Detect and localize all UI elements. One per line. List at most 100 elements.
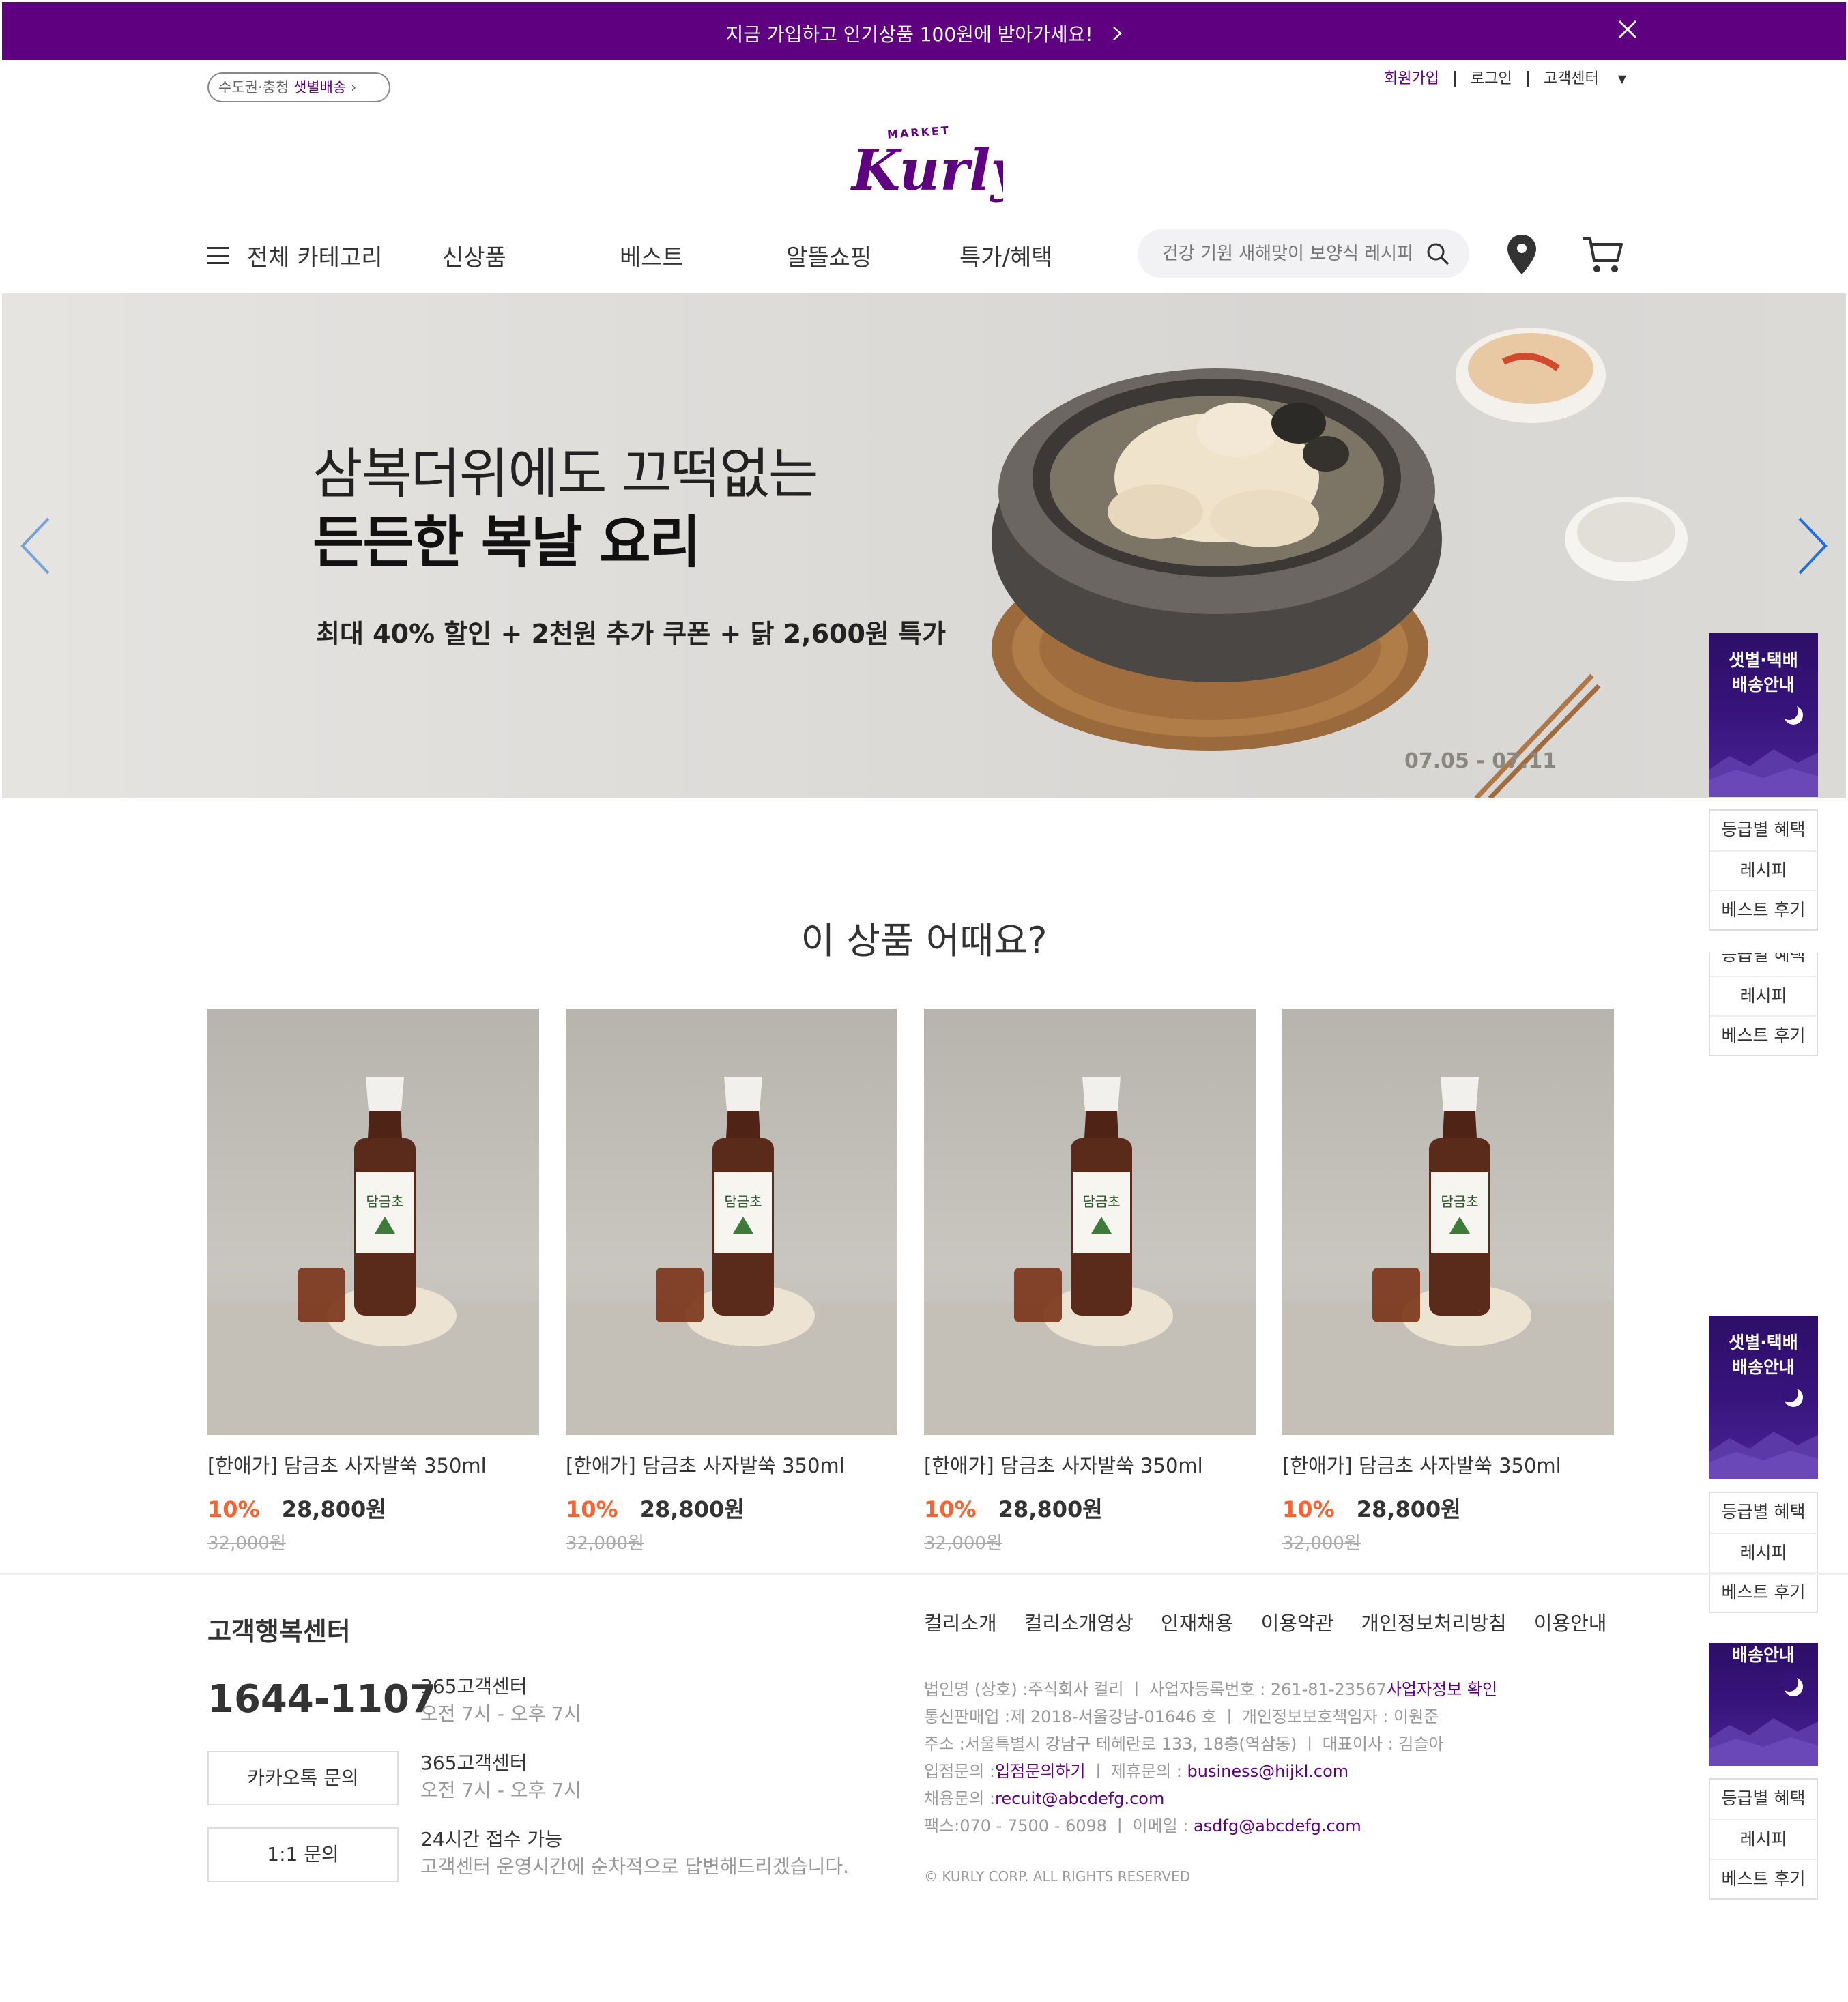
side-link-grade-benefits[interactable]: 등급별 혜택 (1710, 953, 1817, 976)
company-line-3: 주소 :서울특별시 강남구 테헤란로 133, 18층(역삼동) ㅣ 대표이사 … (924, 1735, 1444, 1754)
company-info: 법인명 (상호) :주식회사 컬리 ㅣ 사업자등록번호 : 261-81-235… (924, 1676, 1497, 1840)
product-card[interactable]: 담금초 [한애가] 담금초 사자발쑥 350ml 10% 28,800원 32,… (1282, 1009, 1614, 1554)
hero-banner[interactable]: 삼복더위에도 끄떡없는 든든한 복날 요리 최대 40% 할인 + 2천원 추가… (2, 293, 1846, 798)
login-link[interactable]: 로그인 (1454, 71, 1527, 87)
footer-link-privacy[interactable]: 개인정보처리방침 (1361, 1608, 1506, 1636)
company-line-4-label: 입점문의 : (924, 1762, 996, 1781)
product-card[interactable]: 담금초 [한애가] 담금초 사자발쑥 350ml 10% 28,800원 32,… (207, 1009, 539, 1554)
side-link-best-reviews[interactable]: 베스트 후기 (1710, 1015, 1817, 1055)
company-line-6-label: 팩스:070 - 7500 - 6098 ㅣ 이메일 : (924, 1816, 1194, 1836)
side-link-recipe[interactable]: 레시피 (1710, 850, 1817, 890)
top-promo-banner[interactable]: 지금 가입하고 인기상품 100원에 받아가세요! (0, 0, 1848, 60)
side-links: 등급별 혜택 레시피 베스트 후기 (1709, 809, 1818, 931)
product-name[interactable]: [한애가] 담금초 사자발쑥 350ml (566, 1450, 897, 1479)
side-link-best-reviews[interactable]: 베스트 후기 (1710, 890, 1817, 929)
nav-best[interactable]: 베스트 (620, 239, 684, 272)
side-quick-menu-ghost: 등급별 혜택 레시피 베스트 후기 (1709, 953, 1818, 1067)
product-image[interactable]: 담금초 (1282, 1009, 1614, 1435)
cs-info-title: 365고객센터 (420, 1675, 528, 1698)
original-price: 32,000원 (207, 1533, 286, 1554)
footer-link-about[interactable]: 컬리소개 (924, 1608, 997, 1636)
original-price: 32,000원 (566, 1533, 644, 1554)
side-quick-menu: 배송안내 등급별 혜택 레시피 베스트 후기 (1709, 1643, 1818, 1900)
footer-navigation: 컬리소개 컬리소개영상 인재채용 이용약관 개인정보처리방침 이용안내 (924, 1608, 1634, 1636)
business-info-link[interactable]: 사업자정보 확인 (1387, 1680, 1497, 1699)
nav-new-products[interactable]: 신상품 (442, 239, 506, 272)
cs-info-hours: 고객센터 운영시간에 순차적으로 답변해드리겠습니다. (420, 1855, 850, 1878)
hero-next-arrow-icon[interactable] (1791, 512, 1832, 580)
recommend-section-title: 이 상품 어때요? (800, 919, 1048, 962)
promo-message[interactable]: 지금 가입하고 인기상품 100원에 받아가세요! (2, 20, 1846, 47)
moon-icon (1709, 1384, 1818, 1479)
moon-icon (1709, 1674, 1818, 1766)
dawn-delivery-side-banner[interactable]: 샛별·택배 배송안내 (1709, 633, 1818, 797)
location-pin-icon[interactable] (1505, 233, 1539, 276)
sale-price: 28,800원 (1356, 1496, 1461, 1522)
customer-center-phone: 1644-1107 (207, 1677, 436, 1722)
product-image[interactable]: 담금초 (207, 1009, 539, 1435)
chevron-right-icon (1112, 23, 1123, 46)
all-categories-button[interactable]: 전체 카테고리 (207, 239, 383, 272)
signup-link[interactable]: 회원가입 (1384, 71, 1454, 87)
hero-headline-2: 든든한 복날 요리 (313, 510, 701, 575)
one-on-one-inquiry-button[interactable]: 1:1 문의 (207, 1827, 399, 1882)
logo-kurly-text: Kurly (850, 138, 1003, 203)
side-link-grade-benefits[interactable]: 등급별 혜택 (1710, 1493, 1817, 1533)
side-link-recipe[interactable]: 레시피 (1710, 976, 1817, 1015)
nav-thrifty-shopping[interactable]: 알뜰쇼핑 (786, 239, 871, 272)
customer-center-title: 고객행복센터 (207, 1616, 351, 1646)
hero-food-image (992, 328, 1688, 798)
hamburger-menu-icon (207, 246, 231, 265)
contact-email-link[interactable]: asdfg@abcdefg.com (1194, 1816, 1361, 1836)
bottle-label-text: 담금초 (724, 1193, 762, 1210)
search-input[interactable] (1162, 242, 1428, 266)
side-link-best-reviews[interactable]: 베스트 후기 (1710, 1859, 1817, 1898)
product-price-box: 10% 28,800원 (1282, 1492, 1614, 1524)
side-link-best-reviews[interactable]: 베스트 후기 (1710, 1572, 1817, 1612)
product-image[interactable]: 담금초 (924, 1009, 1256, 1435)
kakaotalk-inquiry-button[interactable]: 카카오톡 문의 (207, 1751, 399, 1805)
dawn-label: 샛별배송 (293, 79, 347, 96)
cart-icon[interactable] (1582, 235, 1624, 274)
product-card[interactable]: 담금초 [한애가] 담금초 사자발쑥 350ml 10% 28,800원 32,… (924, 1009, 1256, 1554)
side-quick-menu: 샛별·택배 배송안내 등급별 혜택 레시피 베스트 후기 (1709, 1316, 1818, 1613)
side-link-recipe[interactable]: 레시피 (1710, 1819, 1817, 1859)
dawn-delivery-pill[interactable]: 수도권·충청 샛별배송 › (207, 72, 390, 102)
hero-dates: 07.05 - 07.11 (1404, 749, 1557, 773)
footer-link-guide[interactable]: 이용안내 (1534, 1608, 1607, 1636)
product-name[interactable]: [한애가] 담금초 사자발쑥 350ml (1282, 1450, 1614, 1479)
customer-center-link[interactable]: 고객센터 (1527, 71, 1614, 87)
bottle-label-text: 담금초 (1082, 1193, 1120, 1210)
footer-link-careers[interactable]: 인재채용 (1161, 1608, 1234, 1636)
product-name[interactable]: [한애가] 담금초 사자발쑥 350ml (207, 1450, 539, 1479)
recruit-email-link[interactable]: recuit@abcdefg.com (995, 1789, 1164, 1808)
product-name[interactable]: [한애가] 담금초 사자발쑥 350ml (924, 1450, 1256, 1479)
footer-link-about-video[interactable]: 컬리소개영상 (1024, 1608, 1134, 1636)
business-email-link[interactable]: business@hijkl.com (1187, 1762, 1349, 1781)
hero-prev-arrow-icon[interactable] (16, 512, 57, 580)
side-link-grade-benefits[interactable]: 등급별 혜택 (1710, 811, 1817, 850)
sale-price: 28,800원 (639, 1496, 745, 1522)
promo-message-text: 지금 가입하고 인기상품 100원에 받아가세요! (725, 23, 1093, 46)
discount-rate: 10% (207, 1496, 260, 1522)
kurly-logo[interactable]: MARKET Kurly (846, 116, 1026, 212)
cs-info-title: 365고객센터 (420, 1752, 528, 1774)
footer-link-terms[interactable]: 이용약관 (1261, 1608, 1334, 1636)
bottle-label-text: 담금초 (366, 1193, 403, 1210)
side-link-grade-benefits[interactable]: 등급별 혜택 (1710, 1780, 1817, 1819)
dawn-delivery-side-banner[interactable]: 배송안내 (1709, 1643, 1818, 1766)
search-icon[interactable] (1426, 242, 1450, 266)
product-card[interactable]: 담금초 [한애가] 담금초 사자발쑥 350ml 10% 28,800원 32,… (566, 1009, 897, 1554)
close-icon[interactable] (1614, 16, 1641, 43)
sale-price: 28,800원 (281, 1496, 386, 1522)
caret-down-icon[interactable]: ▼ (1614, 71, 1626, 87)
search-box[interactable] (1138, 229, 1469, 278)
original-price: 32,000원 (924, 1533, 1002, 1554)
cs-info-hours: 오전 7시 - 오후 7시 (420, 1779, 581, 1801)
partner-inquiry-link[interactable]: 입점문의하기 (995, 1762, 1085, 1781)
dawn-delivery-side-banner[interactable]: 샛별·택배 배송안내 (1709, 1316, 1818, 1479)
original-price: 32,000원 (1282, 1533, 1361, 1554)
side-link-recipe[interactable]: 레시피 (1710, 1533, 1817, 1572)
nav-special-offers[interactable]: 특가/혜택 (959, 239, 1053, 272)
product-image[interactable]: 담금초 (566, 1009, 897, 1435)
